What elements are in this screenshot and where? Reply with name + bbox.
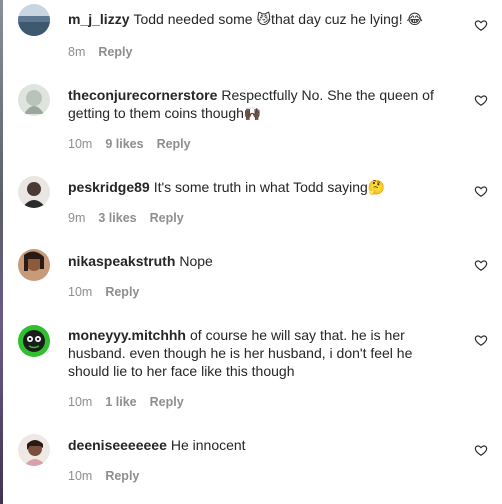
comment-meta: 10m Reply [68,285,152,299]
like-heart-icon[interactable] [474,18,488,32]
reply-button[interactable]: Reply [105,469,139,483]
reply-button[interactable]: Reply [150,211,184,225]
comment-likes[interactable]: 1 like [105,395,136,409]
like-heart-icon[interactable] [474,93,488,107]
comment-time: 10m [68,137,93,151]
reply-button[interactable]: Reply [98,45,132,59]
reply-button[interactable]: Reply [157,137,191,151]
avatar[interactable] [18,84,50,116]
reply-button[interactable]: Reply [150,395,184,409]
comment-time: 8m [68,45,86,59]
comment-text-block: moneyyy.mitchhh of course he will say tha… [68,326,453,380]
comment-text-block: deeniseeeeeee He innocent [68,436,453,454]
like-heart-icon[interactable] [474,333,488,347]
comment-meta: 10m 9 likes Reply [68,137,204,151]
comment-username[interactable]: theconjurecornerstore [68,87,217,103]
comment-meta: 8m Reply [68,45,145,59]
comment-username[interactable]: m_j_lizzy [68,11,129,27]
comment-username[interactable]: deeniseeeeeee [68,437,167,453]
comment-body: Nope [179,253,213,269]
comment-username[interactable]: nikaspeakstruth [68,253,175,269]
like-heart-icon[interactable] [474,443,488,457]
comment-time: 10m [68,469,93,483]
like-heart-icon[interactable] [474,184,488,198]
avatar[interactable] [18,176,50,208]
avatar[interactable] [18,434,50,466]
comment-username[interactable]: moneyyy.mitchhh [68,327,186,343]
comment-body: Todd needed some 😼that day cuz he lying!… [133,11,423,27]
comment-likes[interactable]: 3 likes [98,211,136,225]
comment-likes[interactable]: 9 likes [105,137,143,151]
comment-time: 9m [68,211,86,225]
comment-body: It's some truth in what Todd saying🤔 [153,179,386,195]
window-edge [0,0,3,504]
comment-text-block: nikaspeakstruth Nope [68,252,453,270]
like-heart-icon[interactable] [474,258,488,272]
comment-text-block: peskridge89 It's some truth in what Todd … [68,178,453,196]
comment-meta: 10m 1 like Reply [68,395,197,409]
comment-meta: 9m 3 likes Reply [68,211,197,225]
avatar[interactable] [18,325,50,357]
avatar[interactable] [18,4,50,36]
comment-username[interactable]: peskridge89 [68,179,150,195]
avatar[interactable] [18,249,50,281]
comment-time: 10m [68,285,93,299]
comment-text-block: theconjurecornerstore Respectfully No. Sh… [68,86,453,122]
comment-body: He innocent [170,437,246,453]
reply-button[interactable]: Reply [105,285,139,299]
comment-meta: 10m Reply [68,469,152,483]
comment-text-block: m_j_lizzy Todd needed some 😼that day cuz … [68,10,453,28]
comment-time: 10m [68,395,93,409]
